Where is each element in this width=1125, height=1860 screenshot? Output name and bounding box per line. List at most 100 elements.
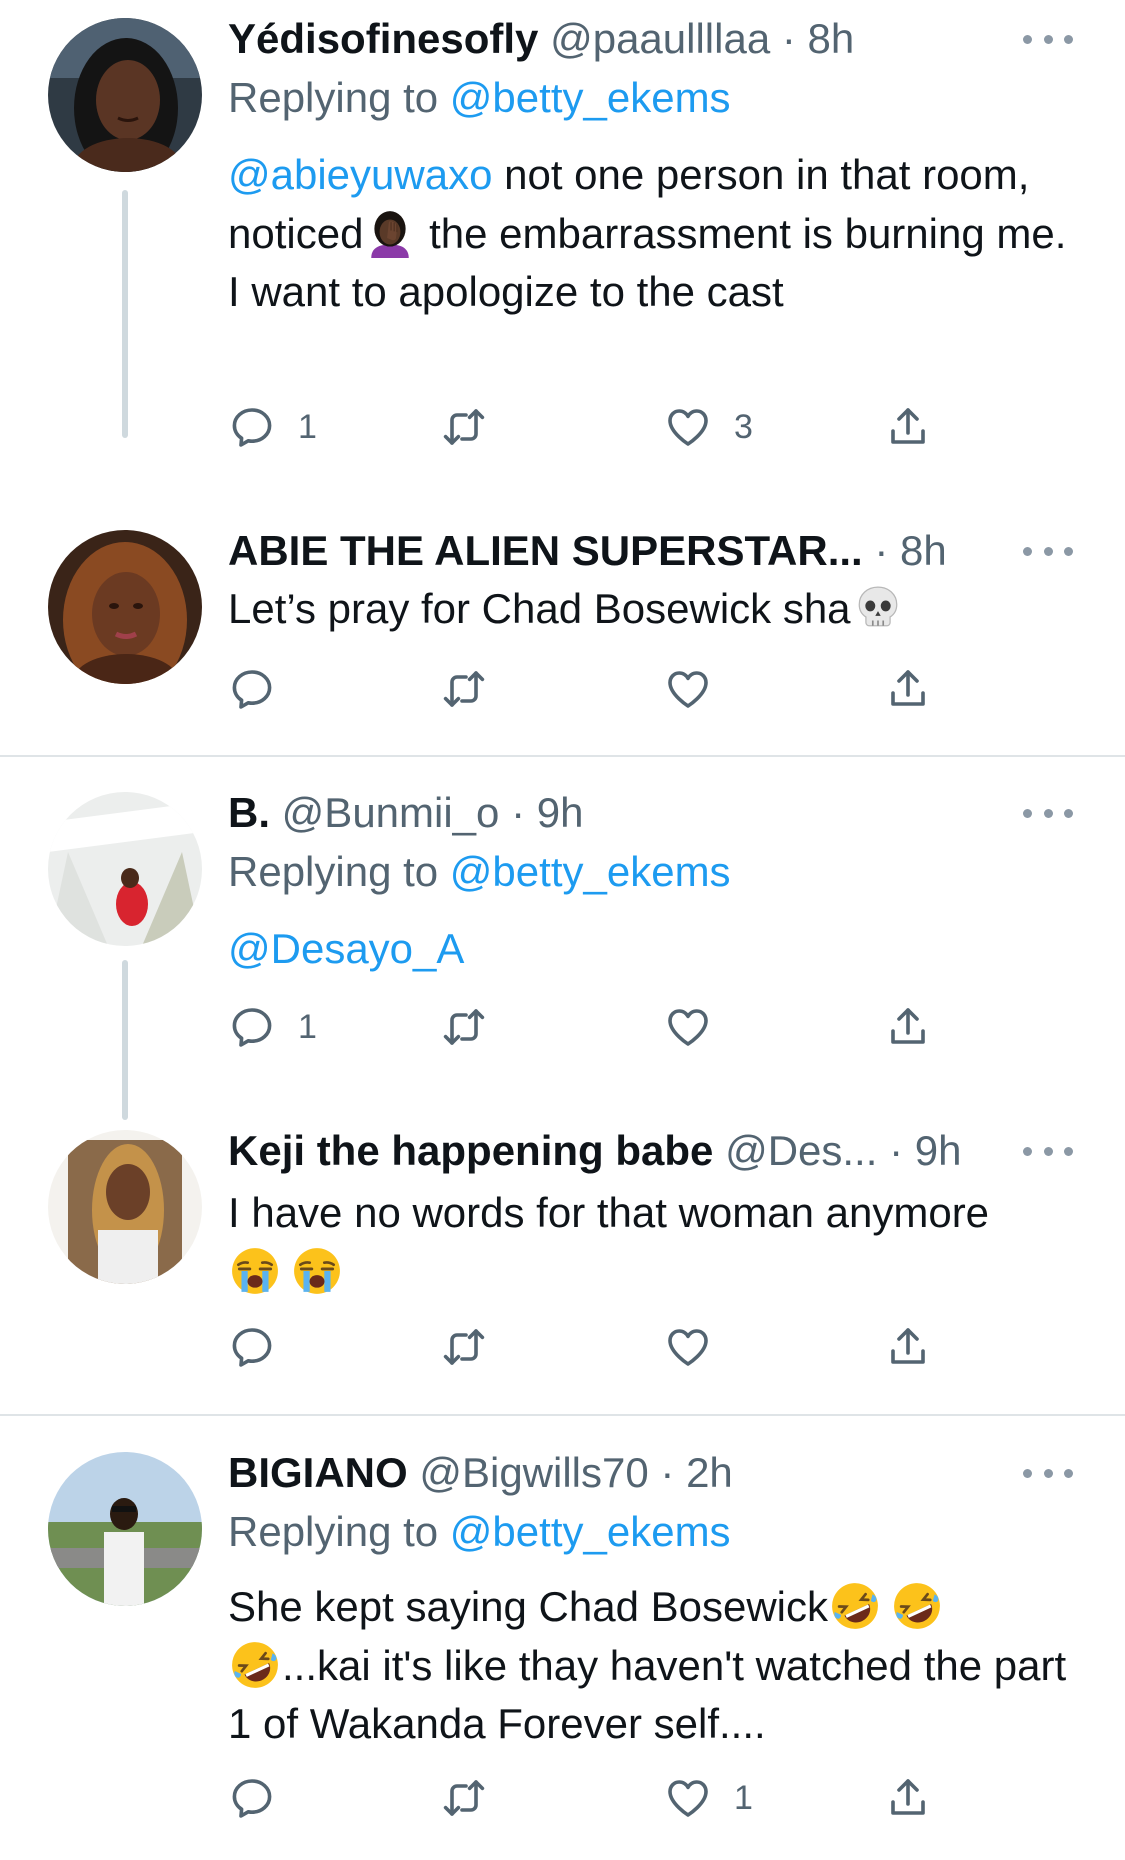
rolling-laughing-emoji [830,1581,880,1631]
comment-icon [228,1323,276,1371]
retweet-icon [440,665,488,713]
tweet-actions [228,1322,948,1372]
retweet-button[interactable] [440,1773,510,1823]
comment-icon [228,1003,276,1051]
share-button[interactable] [884,402,932,452]
comment-icon [228,1774,276,1822]
share-button[interactable] [884,1773,932,1823]
share-icon [884,403,932,451]
reply-button[interactable] [228,664,298,714]
tweet-text: I have no words for that woman anymore [228,1184,1088,1301]
share-icon [884,665,932,713]
like-button[interactable] [664,1322,734,1372]
heart-icon [664,1774,712,1822]
user-handle[interactable]: @paaullllaa [550,15,782,62]
retweet-button[interactable] [440,1322,510,1372]
timestamp[interactable]: 9h [537,789,584,836]
tweet-header: B. @Bunmii_o · 9h [228,788,1025,838]
user-handle[interactable]: @Bunmii_o [282,789,511,836]
display-name[interactable]: Yédisofinesofly [228,15,538,62]
user-handle[interactable]: @Bigwills70 [419,1449,660,1496]
separator-dot: · [889,1127,915,1174]
reply-button[interactable] [228,1322,298,1372]
divider [0,755,1125,757]
replying-to-label: Replying to [228,74,450,121]
timestamp[interactable]: 2h [686,1449,733,1496]
retweet-icon [440,403,488,451]
heart-icon [664,1323,712,1371]
retweet-icon [440,1003,488,1051]
like-button[interactable]: 1 [664,1773,753,1823]
avatar[interactable] [48,1452,202,1606]
like-count: 1 [734,1778,753,1817]
skull-emoji [853,583,903,633]
tweet-text-part: ...kai it's like thay haven't watched th… [228,1641,1067,1748]
display-name[interactable]: BIGIANO [228,1449,408,1496]
replying-to: Replying to @betty_ekems [228,1507,731,1557]
separator-dot: · [511,789,537,836]
retweet-button[interactable] [440,1002,510,1052]
mention-link[interactable]: @abieyuwaxo [228,151,492,198]
tweet-text-part: Let’s pray for Chad Bosewick sha [228,585,851,632]
tweet-text-part: She kept saying Chad Bosewick [228,1583,828,1630]
comment-icon [228,665,276,713]
tweet-actions: 1 3 [228,402,948,452]
share-button[interactable] [884,1322,932,1372]
more-options-icon[interactable] [1023,526,1073,576]
tweet-text: She kept saying Chad Bosewick ...kai it'… [228,1578,1088,1754]
tweet-actions [228,664,948,714]
rolling-laughing-emoji [230,1640,280,1690]
retweet-button[interactable] [440,664,510,714]
share-button[interactable] [884,1002,932,1052]
like-count: 3 [734,407,753,446]
replying-to-label: Replying to [228,848,450,895]
display-name[interactable]: ABIE THE ALIEN SUPERSTAR... [228,527,863,574]
timestamp[interactable]: 8h [808,15,855,62]
like-button[interactable] [664,664,734,714]
tweet-actions: 1 [228,1773,948,1823]
share-button[interactable] [884,664,932,714]
reply-button[interactable] [228,1773,298,1823]
reply-count: 1 [298,407,317,446]
reply-count: 1 [298,1007,317,1046]
separator-dot: · [660,1449,687,1496]
divider [0,1414,1125,1416]
more-options-icon[interactable] [1023,1126,1073,1176]
retweet-button[interactable] [440,402,510,452]
more-options-icon[interactable] [1023,14,1073,64]
user-handle[interactable]: @Des... [725,1127,889,1174]
avatar[interactable] [48,792,202,946]
tweet-card[interactable]: Yédisofinesofly @paaullllaa · 8h Replyin… [0,0,1125,530]
retweet-icon [440,1323,488,1371]
reply-button[interactable]: 1 [228,402,317,452]
facepalm-emoji [365,208,415,258]
share-icon [884,1003,932,1051]
replying-to-mention[interactable]: @betty_ekems [450,74,731,121]
like-button[interactable] [664,1002,734,1052]
mention-link[interactable]: @Desayo_A [228,925,464,972]
tweet-header: ABIE THE ALIEN SUPERSTAR... · 8h [228,526,1025,576]
tweet-text: @abieyuwaxo not one person in that room,… [228,146,1088,322]
replying-to: Replying to @betty_ekems [228,73,731,123]
avatar[interactable] [48,18,202,172]
tweet-header: Keji the happening babe @Des... · 9h [228,1126,1025,1176]
timestamp[interactable]: 9h [915,1127,962,1174]
retweet-icon [440,1774,488,1822]
avatar[interactable] [48,530,202,684]
more-options-icon[interactable] [1023,788,1073,838]
more-options-icon[interactable] [1023,1448,1073,1498]
separator-dot: · [874,527,901,574]
comment-icon [228,403,276,451]
reply-button[interactable]: 1 [228,1002,317,1052]
replying-to-label: Replying to [228,1508,450,1555]
thread-connector [122,960,128,1120]
display-name[interactable]: B. [228,789,270,836]
avatar[interactable] [48,1130,202,1284]
timestamp[interactable]: 8h [900,527,947,574]
heart-icon [664,665,712,713]
separator-dot: · [781,15,808,62]
display-name[interactable]: Keji the happening babe [228,1127,713,1174]
like-button[interactable]: 3 [664,402,753,452]
replying-to-mention[interactable]: @betty_ekems [450,848,731,895]
replying-to-mention[interactable]: @betty_ekems [450,1508,731,1555]
